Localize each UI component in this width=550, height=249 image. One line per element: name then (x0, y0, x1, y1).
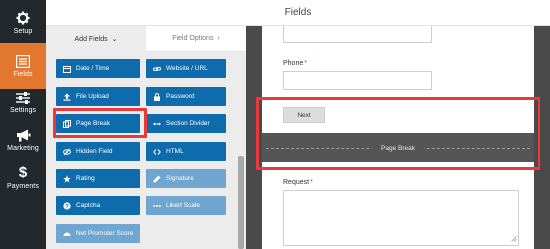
lock-icon (153, 92, 161, 101)
field-button-section-divider[interactable]: Section Divider (146, 114, 226, 133)
calendar-icon (63, 65, 71, 73)
field-button-date-time[interactable]: Date / Time (56, 59, 140, 78)
field-button-label: Likert Scale (166, 202, 200, 209)
sliders-icon (16, 92, 30, 104)
resize-grip-icon[interactable] (511, 236, 517, 242)
page-break-button-highlight (53, 108, 147, 138)
field-button-file-upload[interactable]: File Upload (56, 87, 140, 106)
builder-sidebar: Setup Fields Settings Marketing $ Paymen… (0, 0, 46, 249)
field-button-signature[interactable]: Signature (146, 169, 226, 188)
panel-scrollbar-thumb[interactable] (238, 156, 244, 249)
chevron-down-icon: ⌄ (111, 36, 118, 43)
page-break-preview-highlight (256, 97, 541, 170)
field-button-html[interactable]: HTML (146, 142, 226, 161)
link-icon (153, 65, 161, 73)
upload-icon (63, 93, 71, 101)
field-button-label: Captcha (76, 202, 101, 209)
field-button-label: Password (166, 93, 195, 100)
field-button-rating[interactable]: Rating (56, 169, 140, 188)
pen-icon (153, 175, 161, 183)
field-button-label: Date / Time (76, 65, 110, 72)
gauge-icon (63, 230, 71, 238)
nav-marketing-label: Marketing (7, 144, 39, 152)
required-mark: * (310, 179, 313, 186)
field-button-label: Hidden Field (76, 148, 113, 155)
fields-list-icon (16, 54, 30, 68)
previous-field-input[interactable] (283, 26, 432, 43)
field-button-label: Net Promoter Score (76, 230, 134, 237)
tab-field-options[interactable]: Field Options › (146, 26, 246, 52)
field-button-hidden-field[interactable]: Hidden Field (56, 142, 140, 161)
field-button-password[interactable]: Password (146, 87, 226, 106)
nav-fields-label: Fields (13, 70, 33, 78)
field-button-label: Website / URL (166, 65, 208, 72)
nav-payments[interactable]: $ Payments (0, 154, 46, 200)
gear-icon (16, 11, 30, 25)
nav-setup[interactable]: Setup (0, 0, 46, 46)
tab-add-fields[interactable]: Add Fields ⌄ (46, 26, 146, 52)
dollar-icon: $ (18, 163, 28, 181)
megaphone-icon (16, 129, 30, 141)
svg-text:?: ? (65, 204, 69, 210)
star-icon (63, 174, 71, 183)
code-icon (153, 148, 161, 156)
ellipsis-icon (153, 202, 161, 210)
field-button-label: Section Divider (166, 120, 210, 127)
tab-add-fields-label: Add Fields (74, 35, 108, 43)
field-button-likert-scale[interactable]: Likert Scale (146, 196, 226, 215)
phone-label-text: Phone (283, 60, 304, 67)
preview-scrollbar (540, 26, 550, 249)
field-button-label: File Upload (76, 93, 109, 100)
request-textarea[interactable] (283, 190, 519, 246)
phone-field-label: Phone* (283, 60, 307, 67)
field-button-label: Rating (76, 175, 95, 182)
request-field-label: Request* (283, 179, 313, 186)
field-button-website-url[interactable]: Website / URL (146, 59, 226, 78)
field-button-net-promoter-score[interactable]: Net Promoter Score (56, 224, 140, 243)
nav-setup-label: Setup (13, 28, 33, 35)
builder-header: Fields (46, 0, 550, 26)
phone-input[interactable] (283, 71, 432, 90)
field-button-label: HTML (166, 148, 184, 155)
question-icon: ? (63, 201, 71, 210)
arrows-h-icon (153, 120, 161, 128)
tab-field-options-label: Field Options (172, 35, 214, 42)
eye-slash-icon (63, 148, 71, 156)
field-button-captcha[interactable]: ? Captcha (56, 196, 140, 215)
page-title: Fields (284, 7, 312, 18)
field-button-label: Signature (166, 175, 194, 182)
nav-payments-label: Payments (7, 182, 39, 190)
chevron-right-icon: › (217, 35, 220, 42)
required-mark: * (304, 60, 307, 67)
nav-settings-label: Settings (9, 107, 37, 114)
panel-tabs: Add Fields ⌄ Field Options › (46, 26, 246, 52)
request-label-text: Request (283, 179, 310, 186)
